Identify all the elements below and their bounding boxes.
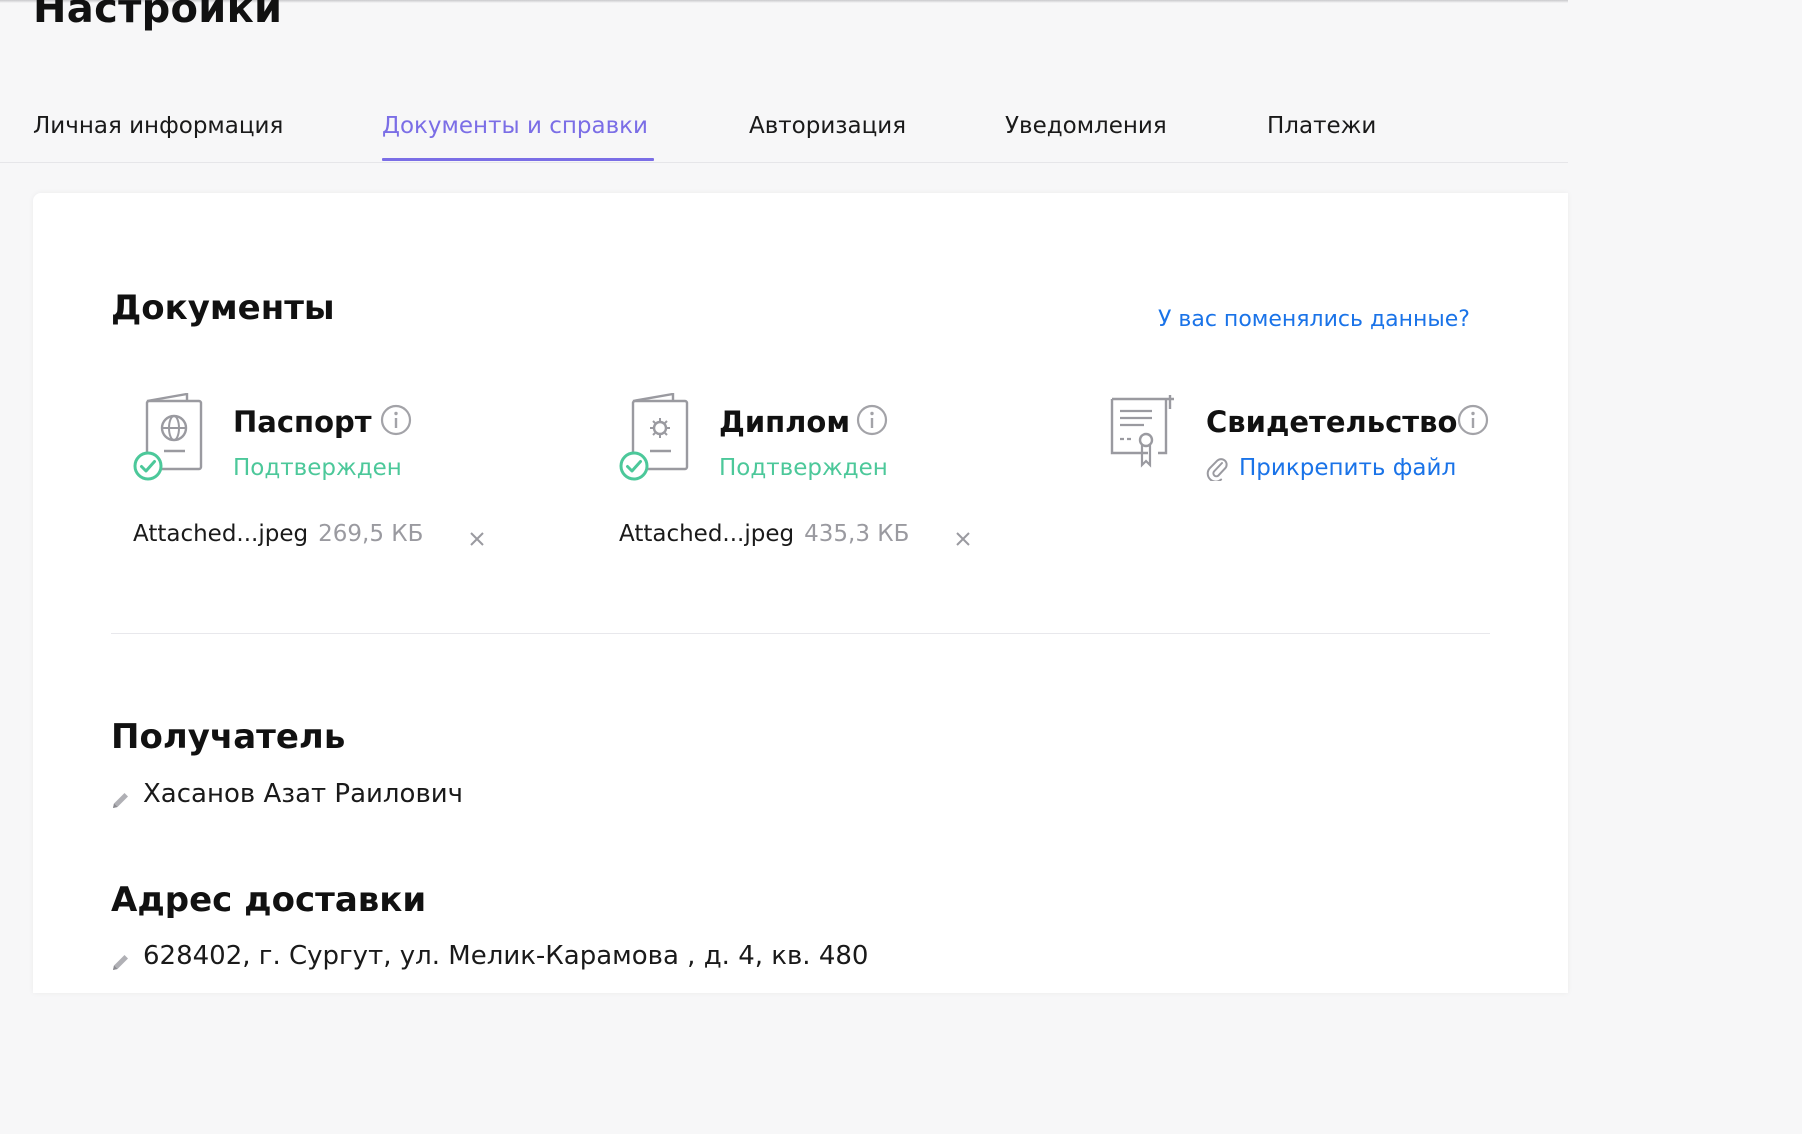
- page-title: Настройки: [33, 0, 283, 32]
- file-name: Attached...jpeg: [619, 521, 795, 547]
- pencil-icon[interactable]: [111, 787, 131, 817]
- certificate-title: Свидетельство: [1206, 405, 1458, 439]
- info-icon[interactable]: [379, 403, 413, 441]
- diploma-title: Диплом: [719, 405, 851, 439]
- tab-authorization[interactable]: Авторизация: [749, 113, 906, 139]
- recipient-name: Хасанов Азат Раилович: [143, 779, 464, 809]
- data-changed-link[interactable]: У вас поменялись данные?: [1158, 307, 1470, 332]
- file-size: 435,3 КБ: [804, 521, 910, 547]
- attach-file-label: Прикрепить файл: [1239, 455, 1457, 481]
- file-size: 269,5 КБ: [318, 521, 424, 547]
- check-circle-icon: [619, 451, 649, 485]
- delivery-address-row: 628402, г. Сургут, ул. Мелик-Карамова , …: [111, 941, 868, 971]
- recipient-row: Хасанов Азат Раилович: [111, 779, 463, 809]
- section-divider: [111, 633, 1490, 634]
- diploma-file[interactable]: Attached...jpeg 435,3 КБ: [619, 521, 970, 547]
- document-diploma: Диплом Подтвержден Attached...jpeg 435,3 …: [619, 392, 1039, 563]
- remove-file-icon[interactable]: [469, 527, 485, 553]
- certificate-icon: [1106, 393, 1178, 477]
- passport-status: Подтвержден: [233, 455, 402, 481]
- diploma-status: Подтвержден: [719, 455, 888, 481]
- paperclip-icon: [1206, 455, 1228, 485]
- tab-documents[interactable]: Документы и справки: [382, 113, 648, 139]
- document-passport: Паспорт Подтвержден Attached...jpeg 269,5…: [133, 392, 553, 563]
- delivery-address-title: Адрес доставки: [111, 880, 427, 920]
- documents-card: Документы У вас поменялись данные? Паспо…: [33, 193, 1568, 993]
- passport-title: Паспорт: [233, 405, 372, 439]
- check-circle-icon: [133, 451, 163, 485]
- documents-title: Документы: [111, 288, 335, 328]
- file-name: Attached...jpeg: [133, 521, 309, 547]
- active-tab-indicator: [382, 158, 654, 161]
- document-certificate: Свидетельство Прикрепить файл: [1106, 393, 1506, 563]
- pencil-icon[interactable]: [111, 949, 131, 979]
- info-icon[interactable]: [1456, 403, 1490, 441]
- passport-file[interactable]: Attached...jpeg 269,5 КБ: [133, 521, 484, 547]
- tab-personal-info[interactable]: Личная информация: [33, 113, 283, 139]
- recipient-title: Получатель: [111, 717, 346, 757]
- settings-tabs: Личная информация Документы и справки Ав…: [0, 105, 1568, 163]
- info-icon[interactable]: [855, 403, 889, 441]
- tab-payments[interactable]: Платежи: [1267, 113, 1376, 139]
- tab-notifications[interactable]: Уведомления: [1005, 113, 1167, 139]
- remove-file-icon[interactable]: [955, 527, 971, 553]
- delivery-address: 628402, г. Сургут, ул. Мелик-Карамова , …: [143, 941, 869, 971]
